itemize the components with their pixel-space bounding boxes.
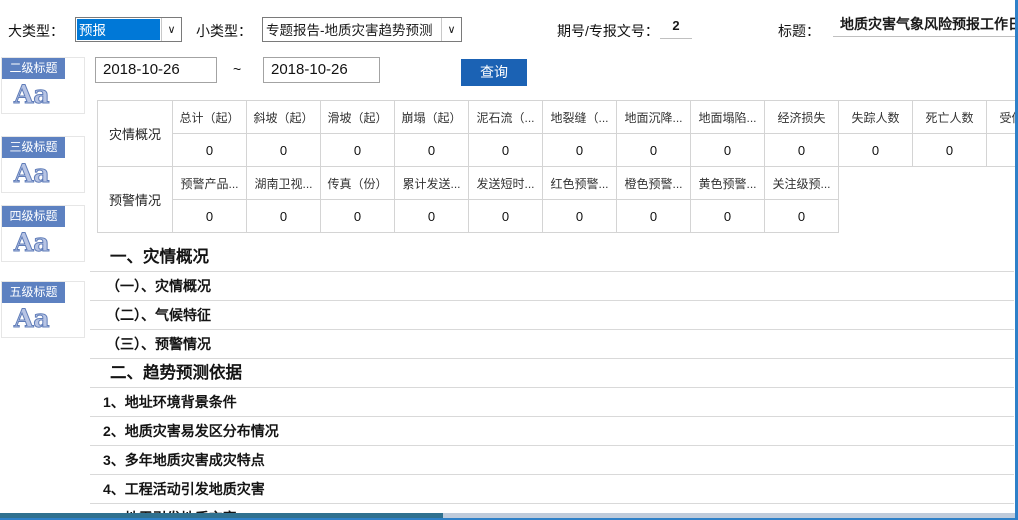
minor-type-label: 小类型： <box>196 21 252 41</box>
issue-number-input[interactable]: 2 <box>660 15 692 39</box>
outline-item[interactable]: （二）、气候特征 <box>90 301 1014 330</box>
heading-style-icon: Aa <box>14 161 84 187</box>
column-header-cell: 传真（份） <box>321 167 395 200</box>
value-cell: 0 <box>839 134 913 167</box>
outline-item[interactable]: （一）、灾情概况 <box>90 272 1014 301</box>
disaster-summary-table: 灾情概况总计（起）斜坡（起）滑坡（起）崩塌（起）泥石流（...地裂缝（...地面… <box>97 100 1018 167</box>
value-cell: 0 <box>691 200 765 233</box>
column-header-cell: 地裂缝（... <box>543 101 617 134</box>
column-header-cell: 失踪人数 <box>839 101 913 134</box>
value-cell: 0 <box>765 134 839 167</box>
sidebar-item-heading-5[interactable]: 五级标题 Aa <box>1 281 85 338</box>
sidebar-item-heading-2[interactable]: 二级标题 Aa <box>1 57 85 114</box>
column-header-cell: 死亡人数 <box>913 101 987 134</box>
outline-item[interactable]: 一、灾情概况 <box>90 243 1014 272</box>
sidebar-item-heading-3[interactable]: 三级标题 Aa <box>1 136 85 193</box>
value-cell: 0 <box>173 200 247 233</box>
sidebar-item-label: 三级标题 <box>2 137 65 158</box>
value-cell: 0 <box>321 200 395 233</box>
column-header-cell: 累计发送... <box>395 167 469 200</box>
column-header-cell: 受伤人数 <box>987 101 1018 134</box>
chevron-down-icon: ∨ <box>441 18 461 41</box>
major-type-label: 大类型： <box>8 21 64 41</box>
column-header-cell: 地面沉降... <box>617 101 691 134</box>
column-header-cell: 地面塌陷... <box>691 101 765 134</box>
value-cell: 0 <box>987 134 1018 167</box>
column-header-cell: 斜坡（起） <box>247 101 321 134</box>
column-header-cell: 黄色预警... <box>691 167 765 200</box>
column-header-cell: 泥石流（... <box>469 101 543 134</box>
value-cell: 0 <box>617 200 691 233</box>
value-cell: 0 <box>913 134 987 167</box>
column-header-cell: 橙色预警... <box>617 167 691 200</box>
outline-item[interactable]: 4、工程活动引发地质灾害 <box>90 475 1014 504</box>
value-cell: 0 <box>765 200 839 233</box>
sidebar-item-label: 二级标题 <box>2 58 65 79</box>
row-group-label: 预警情况 <box>98 167 173 233</box>
query-button[interactable]: 查询 <box>461 59 527 86</box>
value-cell: 0 <box>395 134 469 167</box>
value-cell: 0 <box>617 134 691 167</box>
value-cell: 0 <box>543 200 617 233</box>
outline-item[interactable]: （三）、预警情况 <box>90 330 1014 359</box>
sidebar-item-label: 五级标题 <box>2 282 65 303</box>
issue-number-label: 期号/专报文号： <box>557 21 659 41</box>
major-type-select[interactable]: 预报 ∨ <box>75 17 182 42</box>
column-header-cell: 湖南卫视... <box>247 167 321 200</box>
summary-table: 灾情概况总计（起）斜坡（起）滑坡（起）崩塌（起）泥石流（...地裂缝（...地面… <box>97 100 1018 233</box>
minor-type-value: 专题报告-地质灾害趋势预测 <box>264 19 440 40</box>
outline-item[interactable]: 1、地址环境背景条件 <box>90 388 1014 417</box>
value-cell: 0 <box>469 134 543 167</box>
heading-style-icon: Aa <box>14 230 84 256</box>
sidebar-item-heading-4[interactable]: 四级标题 Aa <box>1 205 85 262</box>
outline-list: 一、灾情概况（一）、灾情概况（二）、气候特征（三）、预警情况二、趋势预测依据1、… <box>90 243 1014 520</box>
column-header-cell: 发送短时... <box>469 167 543 200</box>
outline-item[interactable]: 2、地质灾害易发区分布情况 <box>90 417 1014 446</box>
heading-style-icon: Aa <box>14 82 84 108</box>
report-editor-page: 大类型： 预报 ∨ 小类型： 专题报告-地质灾害趋势预测 ∨ 期号/专报文号： … <box>0 0 1018 520</box>
minor-type-select[interactable]: 专题报告-地质灾害趋势预测 ∨ <box>262 17 462 42</box>
sidebar-item-label: 四级标题 <box>2 206 65 227</box>
value-cell: 0 <box>395 200 469 233</box>
column-header-cell: 滑坡（起） <box>321 101 395 134</box>
warning-summary-table: 预警情况预警产品...湖南卫视...传真（份）累计发送...发送短时...红色预… <box>97 166 839 233</box>
value-cell: 0 <box>691 134 765 167</box>
value-cell: 0 <box>543 134 617 167</box>
column-header-cell: 红色预警... <box>543 167 617 200</box>
chevron-down-icon: ∨ <box>161 18 181 41</box>
value-cell: 0 <box>469 200 543 233</box>
column-header-cell: 崩塌（起） <box>395 101 469 134</box>
column-header-cell: 经济损失 <box>765 101 839 134</box>
date-from-input[interactable]: 2018-10-26 <box>95 57 217 83</box>
value-cell: 0 <box>321 134 395 167</box>
title-input[interactable]: 地质灾害气象风险预报工作日报 <box>833 13 1015 37</box>
major-type-value: 预报 <box>77 19 160 40</box>
date-to-input[interactable]: 2018-10-26 <box>263 57 380 83</box>
row-group-label: 灾情概况 <box>98 101 173 167</box>
column-header-cell: 关注级预... <box>765 167 839 200</box>
date-range-separator: ~ <box>233 61 241 77</box>
value-cell: 0 <box>247 200 321 233</box>
column-header-cell: 总计（起） <box>173 101 247 134</box>
column-header-cell: 预警产品... <box>173 167 247 200</box>
outline-item[interactable]: 二、趋势预测依据 <box>90 359 1014 388</box>
value-cell: 0 <box>247 134 321 167</box>
title-label: 标题： <box>778 21 820 41</box>
heading-style-icon: Aa <box>14 306 84 332</box>
outline-item[interactable]: 3、多年地质灾害成灾特点 <box>90 446 1014 475</box>
value-cell: 0 <box>173 134 247 167</box>
